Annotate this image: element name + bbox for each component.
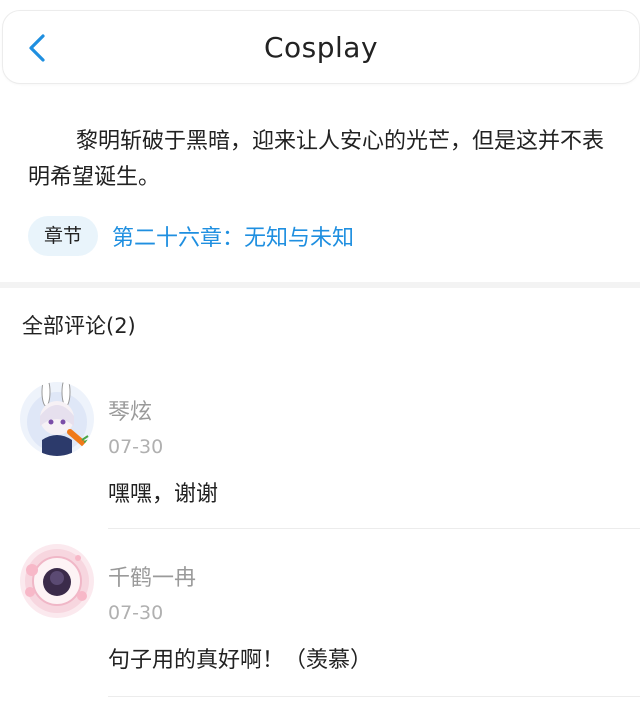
comment-divider	[108, 528, 640, 529]
commenter-name[interactable]: 琴炫	[108, 394, 152, 426]
chapter-link[interactable]: 第二十六章：无知与未知	[112, 220, 354, 252]
avatar[interactable]	[20, 382, 94, 456]
comments-header: 全部评论(2)	[22, 314, 136, 338]
comment-item: 千鹤一冉 07-30 句子用的真好啊！（羡慕）	[0, 534, 640, 704]
page-title: Cosplay	[263, 31, 379, 64]
comment-item: 琴炫 07-30 嘿嘿，谢谢	[0, 368, 640, 529]
chapter-row: 章节 第二十六章：无知与未知	[28, 216, 354, 256]
commenter-name[interactable]: 千鹤一冉	[108, 560, 196, 592]
top-navigation-bar: Cosplay	[2, 10, 640, 84]
chapter-tag: 章节	[28, 216, 99, 256]
avatar[interactable]	[20, 544, 94, 618]
comment-divider	[108, 696, 640, 697]
chapter-summary-text: 黎明斩破于黑暗，迎来让人安心的光芒，但是这并不表明希望诞生。	[28, 129, 605, 190]
page: Cosplay 黎明斩破于黑暗，迎来让人安心的光芒，但是这并不表明希望诞生。 章…	[0, 0, 640, 707]
comment-date: 07-30	[108, 436, 164, 458]
section-divider	[0, 282, 640, 288]
comment-text: 嘿嘿，谢谢	[108, 482, 219, 507]
comment-date: 07-30	[108, 602, 164, 624]
comment-text: 句子用的真好啊！（羡慕）	[108, 648, 373, 673]
